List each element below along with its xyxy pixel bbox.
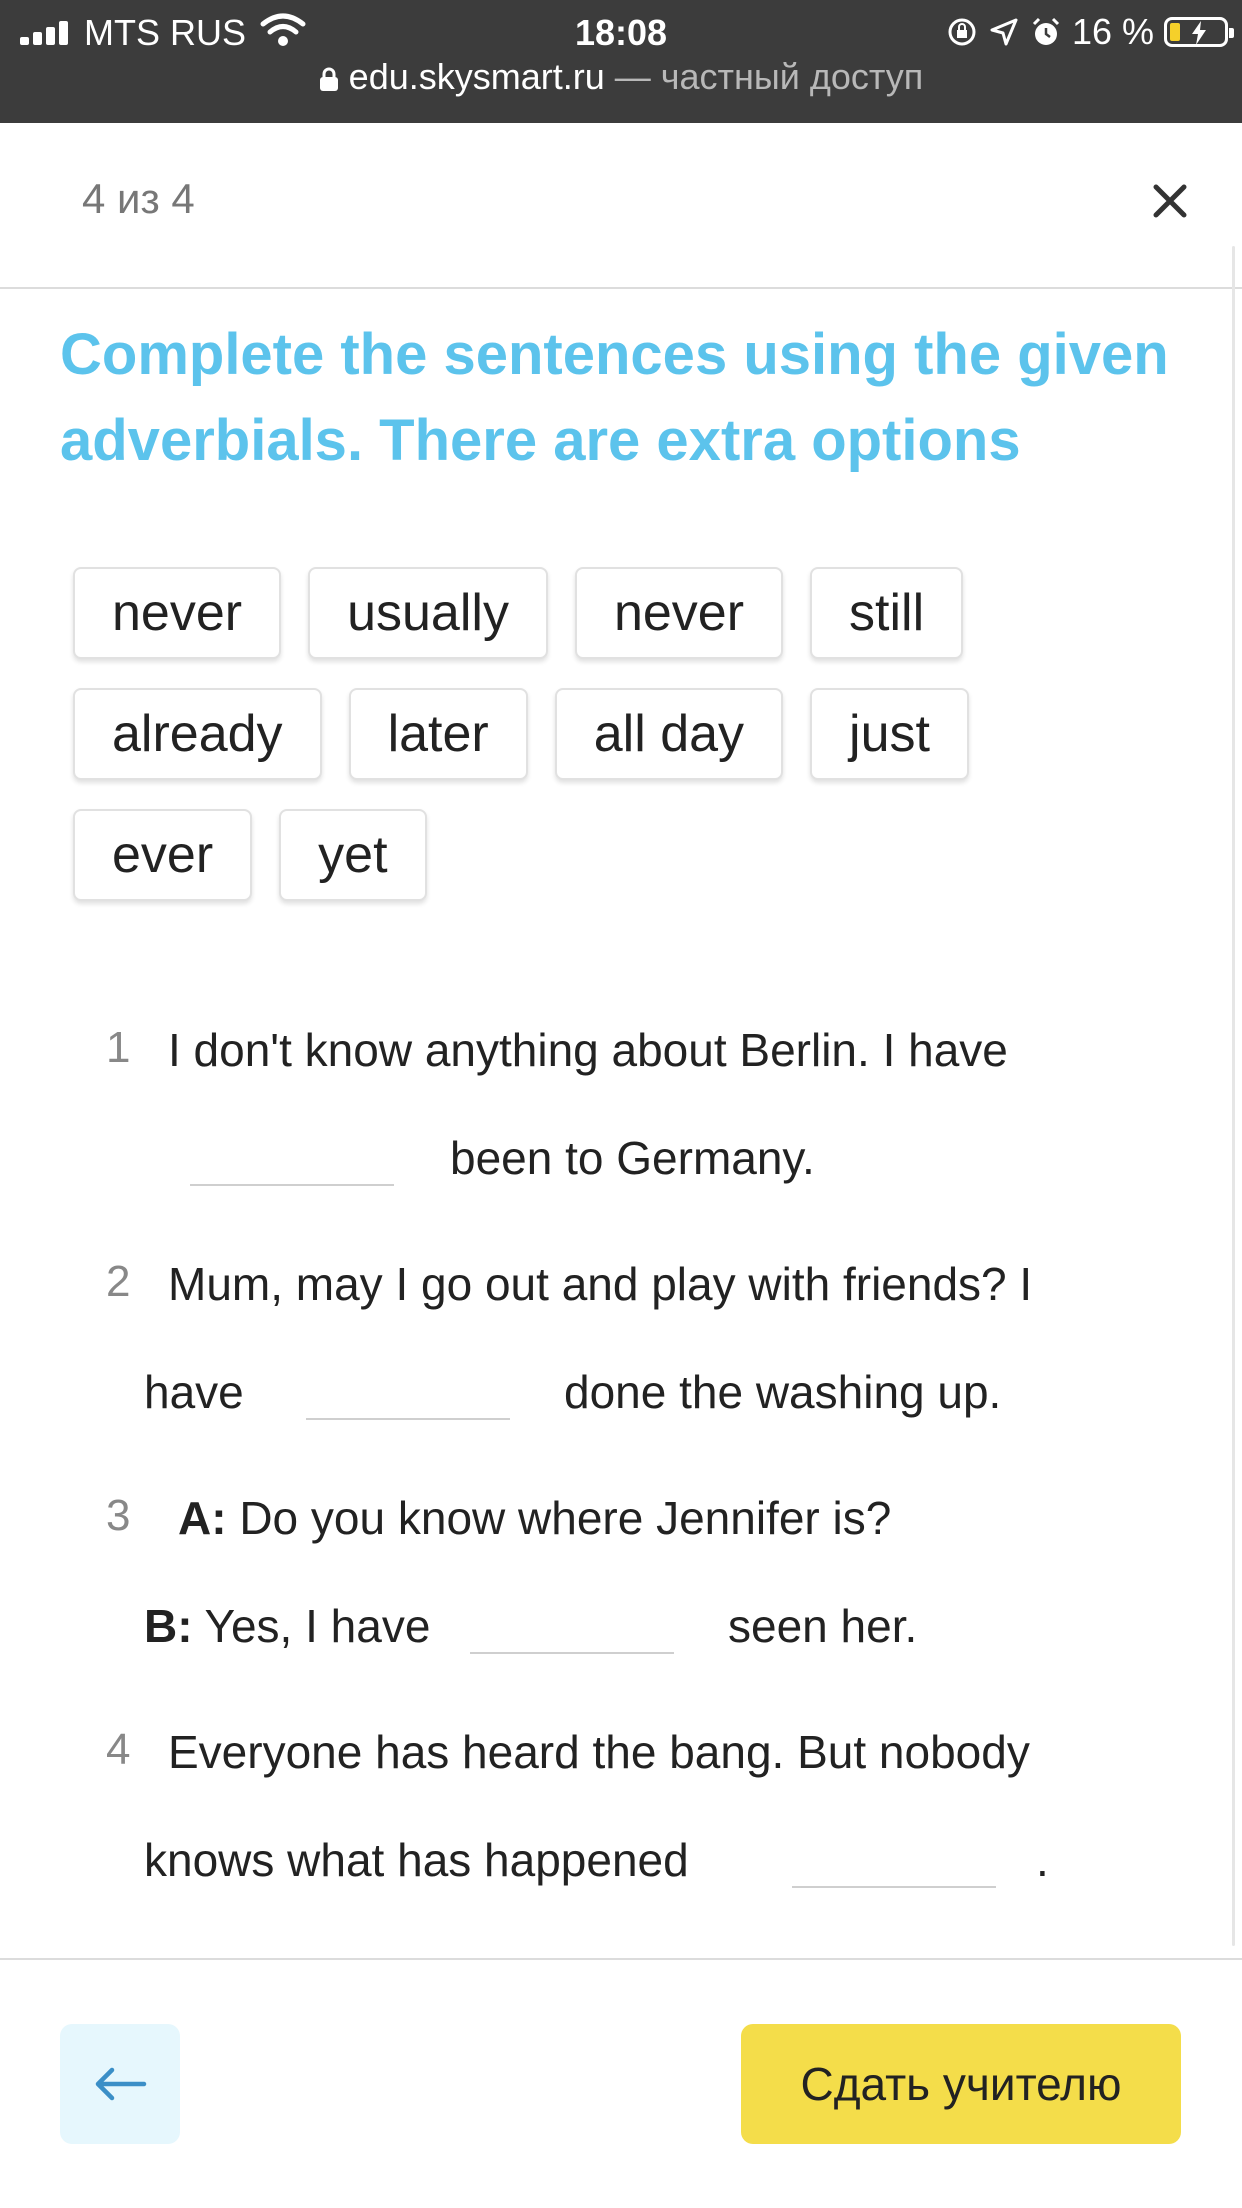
question-number: 1 <box>106 1023 131 1072</box>
footer-bar: Сдать учителю <box>0 1958 1242 2208</box>
word-chip[interactable]: yet <box>279 809 427 901</box>
question-number: 4 <box>106 1725 131 1774</box>
word-bank-row: ever yet <box>73 809 1073 901</box>
submit-to-teacher-button[interactable]: Сдать учителю <box>741 2024 1181 2144</box>
word-chip[interactable]: just <box>810 688 969 780</box>
question-text: have <box>144 1366 244 1418</box>
exercise-header: 4 из 4 <box>0 123 1242 289</box>
question-list: 1 I don't know anything about Berlin. I … <box>0 1005 1242 1941</box>
word-chip[interactable]: ever <box>73 809 253 901</box>
close-icon[interactable] <box>1148 179 1192 223</box>
question-item: 3 A: Do you know where Jennifer is? B: Y… <box>0 1473 1242 1707</box>
answer-blank[interactable] <box>470 1598 674 1654</box>
word-chip[interactable]: usually <box>308 567 548 659</box>
question-text: I don't know anything about Berlin. I ha… <box>168 1024 1008 1076</box>
word-bank: never usually never still already later … <box>73 567 1073 930</box>
question-text: seen her. <box>728 1600 918 1652</box>
word-bank-row: already later all day just <box>73 688 1073 780</box>
question-text: knows what has happened <box>144 1834 689 1886</box>
private-access-label: — частный доступ <box>604 56 924 97</box>
question-line: B: Yes, I have <box>144 1599 430 1653</box>
orientation-lock-icon <box>948 18 976 46</box>
lock-icon <box>319 67 338 91</box>
question-text: done the washing up. <box>564 1366 1002 1418</box>
answer-blank[interactable] <box>306 1364 510 1420</box>
answer-blank[interactable] <box>792 1832 996 1888</box>
address-bar[interactable]: edu.skysmart.ru — частный доступ <box>0 56 1242 106</box>
battery-percent: 16 % <box>1071 11 1154 52</box>
url-domain: edu.skysmart.ru <box>348 56 605 97</box>
question-text: Everyone has heard the bang. But nobody <box>168 1726 1030 1778</box>
arrow-left-icon <box>95 2067 147 2101</box>
question-line: A: Do you know where Jennifer is? <box>178 1491 891 1545</box>
question-item: 1 I don't know anything about Berlin. I … <box>0 1005 1242 1239</box>
alarm-icon <box>1032 17 1059 45</box>
word-chip[interactable]: never <box>574 567 784 659</box>
word-bank-row: never usually never still <box>73 567 1073 659</box>
speaker-label: A: <box>178 1492 227 1544</box>
speaker-label: B: <box>144 1600 193 1652</box>
word-chip[interactable]: still <box>810 567 964 659</box>
word-chip[interactable]: all day <box>554 688 784 780</box>
question-text: been to Germany. <box>450 1132 815 1184</box>
word-chip[interactable]: later <box>348 688 528 780</box>
location-icon <box>990 18 1018 46</box>
question-item: 2 Mum, may I go out and play with friend… <box>0 1239 1242 1473</box>
status-bar: MTS RUS 18:08 16 % edu.skysmart.ru — час… <box>0 0 1242 123</box>
back-button[interactable] <box>60 2024 180 2144</box>
question-text: Mum, may I go out and play with friends?… <box>168 1258 1033 1310</box>
question-item: 4 Everyone has heard the bang. But nobod… <box>0 1707 1242 1941</box>
task-title: Complete the sentences using the given a… <box>60 322 1169 473</box>
answer-blank[interactable] <box>190 1130 394 1186</box>
exercise-progress: 4 из 4 <box>82 175 195 222</box>
battery-icon <box>1164 17 1234 47</box>
question-text: Do you know where Jennifer is? <box>239 1492 892 1544</box>
word-chip[interactable]: never <box>73 567 282 659</box>
question-text: Yes, I have <box>204 1600 431 1652</box>
word-chip[interactable]: already <box>73 688 322 780</box>
question-number: 3 <box>106 1491 131 1540</box>
question-number: 2 <box>106 1257 131 1306</box>
question-text: . <box>1036 1834 1049 1886</box>
